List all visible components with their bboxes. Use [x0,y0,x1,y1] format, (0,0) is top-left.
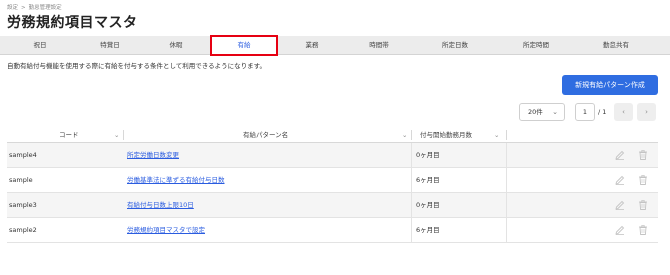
column-divider [411,218,412,243]
cell-start-months: 0ヶ月目 [416,151,440,159]
tab-scheduled-days[interactable]: 所定日数 [442,36,468,55]
trash-icon[interactable] [637,224,649,236]
edit-icon[interactable] [614,199,626,211]
column-divider [123,130,124,140]
tab-work[interactable]: 業務 [306,36,319,55]
edit-icon[interactable] [614,174,626,186]
breadcrumb-item-settings[interactable]: 設定 [7,5,18,11]
page-total: / 1 [598,108,607,116]
per-page-select[interactable]: 20件 ⌄ [519,103,565,121]
page-description: 自動有給付与機能を使用する際に有給を付与する条件として利用できるようになります。 [7,62,267,70]
cell-code: sample3 [9,201,37,209]
trash-icon[interactable] [637,174,649,186]
per-page-value: 20件 [528,108,543,116]
trash-icon[interactable] [637,199,649,211]
tab-time-slot[interactable]: 時間帯 [369,36,389,55]
pattern-table: コード ⌄ 有給パターン名 ⌄ 付与開始勤務月数 ⌄ sample4 所定労働日… [7,127,658,243]
cell-code: sample4 [9,151,37,159]
cell-start-months: 6ヶ月目 [416,226,440,234]
cell-pattern-name-link[interactable]: 労務規約項目マスタで設定 [127,218,205,243]
cell-code: sample2 [9,226,37,234]
tab-holiday[interactable]: 祝日 [34,36,47,55]
chevron-down-icon[interactable]: ⌄ [402,127,407,143]
column-divider [506,130,507,140]
column-divider [411,168,412,193]
column-divider [506,193,507,218]
prev-page-button[interactable]: ‹ [614,103,633,121]
column-divider [411,143,412,168]
breadcrumb-separator: > [21,5,26,11]
chevron-down-icon[interactable]: ⌄ [494,127,499,143]
tab-attendance-share[interactable]: 勤怠共有 [603,36,629,55]
chevron-down-icon: ⌄ [552,108,558,116]
column-header-start-months[interactable]: 付与開始勤務月数 [420,127,472,143]
page-title: 労務規約項目マスタ [7,15,138,31]
breadcrumb: 設定 > 勤怠管理設定 [7,3,62,11]
next-page-button[interactable]: › [637,103,656,121]
column-header-code[interactable]: コード [59,127,79,143]
cell-pattern-name-link[interactable]: 所定労働日数変更 [127,143,179,168]
table-row[interactable]: sample3 有給付与日数上限10日 0ヶ月目 [7,193,658,218]
cell-pattern-name-link[interactable]: 労働基準法に準ずる有給付与日数 [127,168,225,193]
tab-leave[interactable]: 休暇 [170,36,183,55]
chevron-down-icon[interactable]: ⌄ [114,127,119,143]
table-header: コード ⌄ 有給パターン名 ⌄ 付与開始勤務月数 ⌄ [7,127,658,143]
trash-icon[interactable] [637,149,649,161]
edit-icon[interactable] [614,224,626,236]
cell-code: sample [9,176,33,184]
edit-icon[interactable] [614,149,626,161]
tab-scheduled-hours[interactable]: 所定時間 [523,36,549,55]
cell-pattern-name-link[interactable]: 有給付与日数上限10日 [127,193,194,218]
cell-start-months: 6ヶ月目 [416,176,440,184]
column-divider [506,168,507,193]
table-row[interactable]: sample2 労務規約項目マスタで設定 6ヶ月目 [7,218,658,243]
page-number-input[interactable]: 1 [575,103,595,121]
column-header-pattern-name[interactable]: 有給パターン名 [243,127,288,143]
breadcrumb-item-attendance[interactable]: 勤怠管理設定 [29,5,62,11]
column-divider [411,193,412,218]
table-row[interactable]: sample4 所定労働日数変更 0ヶ月目 [7,143,658,168]
column-divider [506,218,507,243]
tab-paid-leave[interactable]: 有給 [210,35,278,56]
tab-bar: 祝日 特賞日 休暇 有給 業務 時間帯 所定日数 所定時間 勤怠共有 [0,35,670,56]
tab-special-day[interactable]: 特賞日 [100,36,120,55]
create-paid-leave-pattern-button[interactable]: 新規有給パターン作成 [562,75,658,95]
column-divider [411,130,412,140]
column-divider [506,143,507,168]
table-row[interactable]: sample 労働基準法に準ずる有給付与日数 6ヶ月目 [7,168,658,193]
cell-start-months: 0ヶ月目 [416,201,440,209]
